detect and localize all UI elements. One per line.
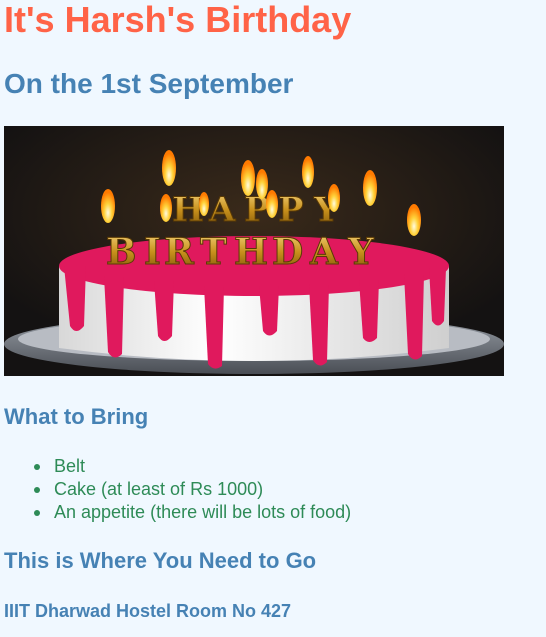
where-heading: This is Where You Need to Go [4,548,317,573]
what-to-bring-list: Belt Cake (at least of Rs 1000) An appet… [14,455,351,524]
svg-text:I: I [144,231,161,273]
svg-text:P: P [244,190,270,230]
list-item: An appetite (there will be lots of food) [33,502,352,522]
svg-text:A: A [208,190,236,230]
list-item: Cake (at least of Rs 1000) [33,478,351,501]
page-title: It's Harsh's Birthday [4,0,352,40]
svg-text:R: R [164,231,195,273]
svg-text:P: P [278,190,304,230]
event-date: On the 1st September [4,68,294,99]
svg-text:H: H [234,231,268,273]
list-item: Belt [33,455,351,478]
what-to-bring-heading: What to Bring [4,404,149,429]
svg-text:T: T [200,231,227,273]
birthday-cake-image: H A P P Y B I R T H D A Y [4,126,504,376]
svg-text:Y: Y [347,231,375,273]
svg-text:A: A [309,231,339,273]
venue-address: IIIT Dharwad Hostel Room No 427 [4,601,292,621]
svg-text:H: H [172,190,204,230]
svg-text:B: B [106,231,136,273]
svg-text:D: D [272,231,303,273]
